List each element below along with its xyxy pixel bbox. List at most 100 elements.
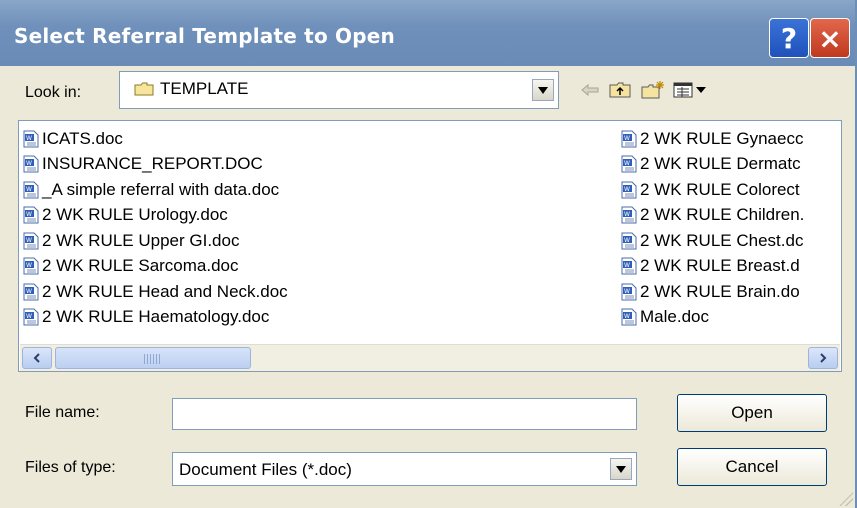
- word-document-icon: W: [23, 308, 39, 326]
- list-item[interactable]: W 2 WK RULE Head and Neck.doc: [23, 279, 613, 305]
- list-item[interactable]: W ICATS.doc: [23, 126, 613, 152]
- list-item[interactable]: W 2 WK RULE Gynaecc: [621, 126, 841, 152]
- scroll-left-button[interactable]: [22, 347, 52, 369]
- file-name-label: 2 WK RULE Brain.do: [640, 281, 800, 301]
- list-item[interactable]: W 2 WK RULE Dermatc: [621, 152, 841, 178]
- files-of-type-dropdown[interactable]: Document Files (*.doc): [172, 452, 637, 486]
- svg-text:W: W: [624, 288, 630, 295]
- svg-text:W: W: [26, 211, 32, 218]
- up-folder-button[interactable]: [608, 80, 632, 100]
- word-document-icon: W: [23, 206, 39, 224]
- close-button[interactable]: ×: [810, 18, 850, 58]
- look-in-dropdown[interactable]: TEMPLATE: [119, 71, 559, 109]
- word-document-icon: W: [23, 283, 39, 301]
- word-document-icon: W: [621, 155, 637, 173]
- word-document-icon: W: [621, 232, 637, 250]
- title-bar[interactable]: Select Referral Template to Open ? ×: [0, 0, 855, 66]
- file-name-label: INSURANCE_REPORT.DOC: [42, 154, 263, 174]
- word-document-icon: W: [621, 206, 637, 224]
- help-icon: ?: [780, 21, 798, 55]
- grip-icon: [144, 354, 160, 364]
- file-name-label: _A simple referral with data.doc: [42, 179, 280, 199]
- chevron-down-icon: [538, 86, 548, 94]
- list-item[interactable]: W 2 WK RULE Children.: [621, 203, 841, 229]
- view-menu-icon: [673, 82, 706, 98]
- back-button[interactable]: [579, 80, 601, 100]
- chevron-left-icon: [33, 353, 40, 363]
- svg-text:W: W: [624, 262, 630, 269]
- list-item[interactable]: W 2 WK RULE Breast.d: [621, 254, 841, 280]
- look-in-dropdown-button[interactable]: [532, 79, 554, 101]
- file-name-label: 2 WK RULE Head and Neck.doc: [42, 281, 288, 301]
- file-name-input[interactable]: [172, 398, 637, 430]
- svg-text:W: W: [26, 160, 32, 167]
- files-of-type-dropdown-button[interactable]: [610, 458, 632, 480]
- view-menu-button[interactable]: [672, 80, 708, 100]
- files-of-type-label: Files of type:: [25, 459, 116, 476]
- word-document-icon: W: [23, 155, 39, 173]
- svg-text:W: W: [624, 211, 630, 218]
- open-button[interactable]: Open: [677, 394, 827, 432]
- svg-text:W: W: [26, 237, 32, 244]
- word-document-icon: W: [23, 257, 39, 275]
- close-icon: ×: [818, 21, 842, 55]
- svg-text:W: W: [624, 186, 630, 193]
- list-item[interactable]: W _A simple referral with data.doc: [23, 177, 613, 203]
- svg-text:W: W: [26, 262, 32, 269]
- chevron-down-icon: [616, 465, 626, 473]
- open-dialog: Select Referral Template to Open ? × Loo…: [0, 0, 857, 508]
- list-item[interactable]: W 2 WK RULE Chest.dc: [621, 228, 841, 254]
- new-folder-icon: [641, 81, 664, 99]
- list-item[interactable]: W INSURANCE_REPORT.DOC: [23, 152, 613, 178]
- list-item[interactable]: W 2 WK RULE Haematology.doc: [23, 305, 613, 331]
- help-button[interactable]: ?: [769, 18, 809, 58]
- horizontal-scrollbar[interactable]: [20, 344, 840, 371]
- svg-text:W: W: [26, 135, 32, 142]
- word-document-icon: W: [23, 130, 39, 148]
- list-item[interactable]: W Male.doc: [621, 305, 841, 331]
- file-name-label: 2 WK RULE Dermatc: [640, 154, 801, 174]
- svg-text:W: W: [624, 135, 630, 142]
- list-item[interactable]: W 2 WK RULE Sarcoma.doc: [23, 254, 613, 280]
- list-item[interactable]: W 2 WK RULE Colorect: [621, 177, 841, 203]
- file-name-label: 2 WK RULE Gynaecc: [640, 128, 804, 148]
- word-document-icon: W: [621, 181, 637, 199]
- file-name-label: Male.doc: [640, 307, 709, 327]
- word-document-icon: W: [23, 181, 39, 199]
- file-name-label: 2 WK RULE Children.: [640, 205, 805, 225]
- up-folder-icon: [609, 82, 631, 98]
- dialog-title: Select Referral Template to Open: [14, 24, 395, 48]
- svg-text:W: W: [624, 160, 630, 167]
- file-list-column-1: W ICATS.doc W INSURANCE_REPORT.DOC W _A …: [23, 126, 613, 330]
- file-name-label: 2 WK RULE Breast.d: [640, 256, 800, 276]
- word-document-icon: W: [621, 283, 637, 301]
- file-list-column-2: W 2 WK RULE Gynaecc W 2 WK RULE Dermatc …: [621, 126, 841, 331]
- word-document-icon: W: [23, 232, 39, 250]
- folder-icon: [134, 82, 154, 96]
- file-name-label: 2 WK RULE Sarcoma.doc: [42, 256, 239, 276]
- svg-text:W: W: [624, 313, 630, 320]
- file-list[interactable]: W ICATS.doc W INSURANCE_REPORT.DOC W _A …: [18, 120, 842, 372]
- file-name-label: ICATS.doc: [42, 128, 123, 148]
- file-name-label: 2 WK RULE Upper GI.doc: [42, 230, 240, 250]
- file-name-field-label: File name:: [25, 404, 100, 421]
- file-name-label: 2 WK RULE Haematology.doc: [42, 307, 270, 327]
- new-folder-button[interactable]: [640, 80, 666, 100]
- svg-text:W: W: [26, 186, 32, 193]
- resize-grip-icon[interactable]: [839, 492, 853, 506]
- svg-text:W: W: [26, 313, 32, 320]
- chevron-right-icon: [820, 353, 827, 363]
- back-arrow-icon: [581, 83, 599, 97]
- word-document-icon: W: [621, 257, 637, 275]
- word-document-icon: W: [621, 308, 637, 326]
- look-in-value: TEMPLATE: [160, 79, 249, 98]
- file-name-label: 2 WK RULE Colorect: [640, 179, 800, 199]
- svg-text:W: W: [624, 237, 630, 244]
- list-item[interactable]: W 2 WK RULE Urology.doc: [23, 203, 613, 229]
- scroll-right-button[interactable]: [808, 347, 838, 369]
- scrollbar-thumb[interactable]: [55, 347, 251, 369]
- list-item[interactable]: W 2 WK RULE Brain.do: [621, 279, 841, 305]
- cancel-button[interactable]: Cancel: [677, 448, 827, 486]
- list-item[interactable]: W 2 WK RULE Upper GI.doc: [23, 228, 613, 254]
- svg-text:W: W: [26, 288, 32, 295]
